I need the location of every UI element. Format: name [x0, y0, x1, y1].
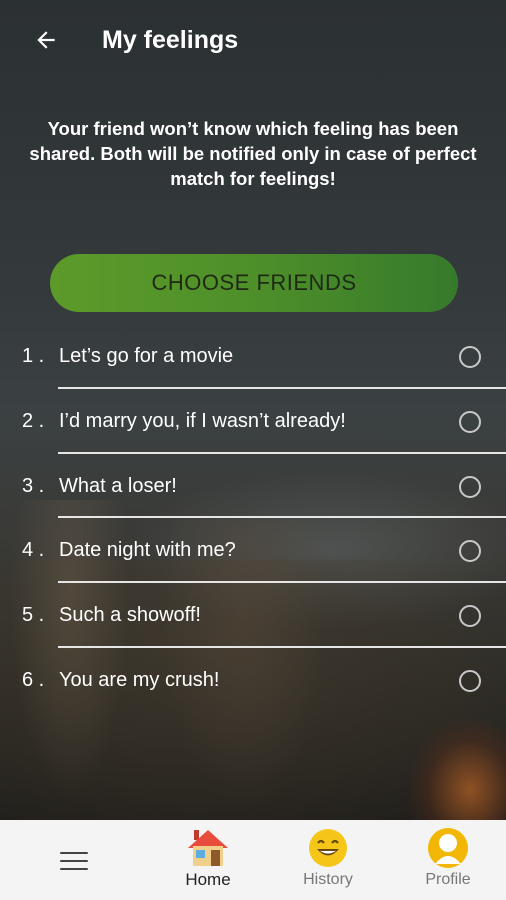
feeling-label: I’d marry you, if I wasn’t already! — [59, 409, 346, 432]
tab-home[interactable]: Home — [178, 820, 238, 900]
tab-label: History — [303, 871, 353, 888]
feeling-number: 2 . — [22, 409, 45, 432]
feeling-label: Such a showoff! — [59, 604, 201, 627]
radio-button[interactable] — [459, 410, 481, 433]
bottom-navigation: Home History Profile — [0, 820, 506, 900]
radio-button[interactable] — [459, 605, 481, 628]
radio-button[interactable] — [459, 540, 481, 563]
tab-label: Home — [185, 870, 231, 889]
tab-history[interactable]: History — [298, 820, 358, 900]
feeling-item[interactable]: 1 . Let’s go for a movie — [0, 324, 506, 389]
radio-button[interactable] — [459, 346, 481, 368]
feeling-label: Let’s go for a movie — [59, 345, 234, 367]
feeling-number: 4 . — [22, 539, 45, 562]
app-bar: My feelings — [0, 0, 506, 84]
smiley-face-icon — [309, 829, 347, 867]
feeling-item[interactable]: 3 . What a loser! — [0, 454, 506, 519]
feeling-item[interactable]: 4 . Date night with me? — [0, 518, 506, 584]
tab-profile[interactable]: Profile — [418, 820, 478, 900]
feeling-item[interactable]: 6 . You are my crush! — [0, 648, 506, 713]
feeling-label: Date night with me? — [59, 539, 236, 562]
feeling-number: 3 . — [22, 474, 45, 497]
feeling-item[interactable]: 2 . I’d marry you, if I wasn’t already! — [0, 389, 506, 454]
feeling-number: 1 . — [22, 345, 45, 367]
choose-friends-button[interactable]: CHOOSE FRIENDS — [50, 254, 458, 312]
arrow-left-icon — [37, 31, 55, 49]
hamburger-menu-icon[interactable] — [60, 852, 88, 872]
feeling-label: What a loser! — [59, 474, 177, 497]
radio-button[interactable] — [459, 475, 481, 498]
feeling-number: 5 . — [22, 604, 45, 627]
tab-label: Profile — [425, 871, 471, 888]
user-avatar-icon — [428, 828, 468, 868]
privacy-notice: Your friend won’t know which feeling has… — [29, 118, 477, 189]
house-icon — [188, 830, 228, 866]
feelings-list: 1 . Let’s go for a movie 2 . I’d marry y… — [0, 324, 506, 713]
radio-button[interactable] — [459, 669, 481, 692]
page-title: My feelings — [102, 26, 239, 54]
feeling-item[interactable]: 5 . Such a showoff! — [0, 583, 506, 648]
back-button[interactable] — [30, 24, 62, 56]
feeling-label: You are my crush! — [59, 668, 220, 691]
feeling-number: 6 . — [22, 668, 45, 691]
